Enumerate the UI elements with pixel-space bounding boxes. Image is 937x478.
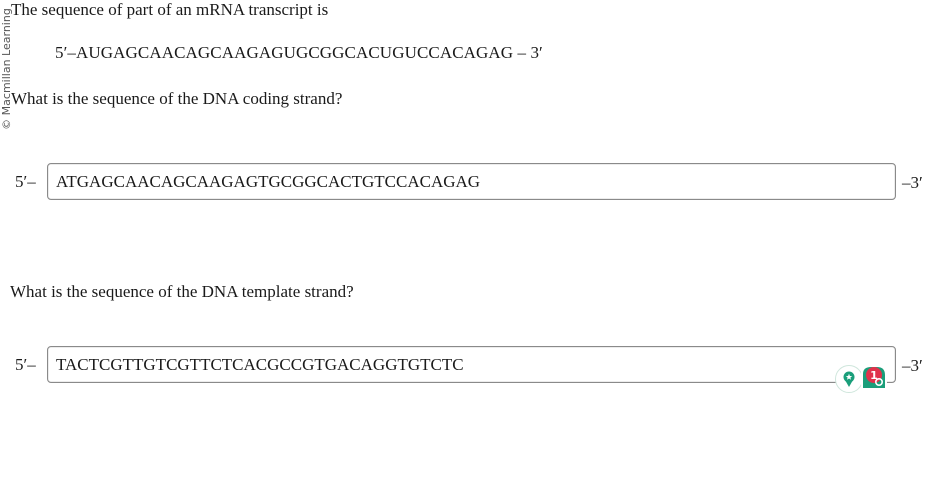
template-strand-input[interactable]: TACTCGTTGTCGTTCTCACGCCGTGACAGGTGTCTC	[47, 346, 896, 383]
template-strand-row: 5′– TACTCGTTGTCGTTCTCACGCCGTGACAGGTGTCTC…	[0, 346, 937, 384]
coding-suffix: –3′	[902, 173, 923, 192]
coding-strand-value[interactable]: ATGAGCAACAGCAAGAGTGCGGCACTGTCCACAGAG	[56, 172, 480, 192]
extension-badge[interactable]: 1	[835, 364, 887, 393]
question-intro: The sequence of part of an mRNA transcri…	[11, 0, 329, 19]
coding-strand-input[interactable]: ATGAGCAACAGCAAGAGTGCGGCACTGTCCACAGAG	[47, 163, 896, 200]
template-prefix: 5′–	[15, 355, 36, 374]
mrna-sequence: 5′–AUGAGCAACAGCAAGAGUGCGGCACUGUCCACAGAG …	[55, 43, 543, 62]
copyright-watermark: © Macmillan Learning	[0, 8, 13, 130]
template-strand-value[interactable]: TACTCGTTGTCGTTCTCACGCCGTGACAGGTGTCTC	[56, 355, 464, 375]
coding-strand-row: 5′– ATGAGCAACAGCAAGAGTGCGGCACTGTCCACAGAG…	[0, 163, 937, 201]
grammar-extension-icon[interactable]: 1	[861, 364, 887, 390]
pin-icon[interactable]	[835, 365, 863, 393]
template-suffix: –3′	[902, 356, 923, 375]
template-strand-question: What is the sequence of the DNA template…	[10, 282, 354, 301]
coding-strand-question: What is the sequence of the DNA coding s…	[11, 89, 343, 108]
coding-prefix: 5′–	[15, 172, 36, 191]
